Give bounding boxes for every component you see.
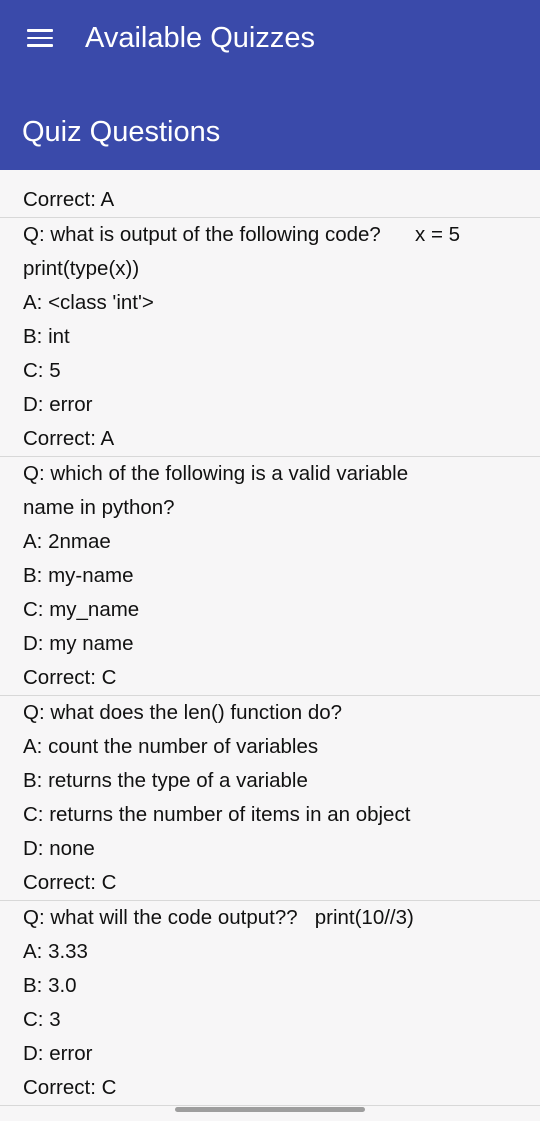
option-d: D: error (23, 1042, 93, 1065)
correct-answer-label: Correct: A (0, 422, 540, 457)
home-indicator[interactable] (175, 1107, 365, 1112)
question-text-continued: print(type(x)) (23, 257, 140, 280)
quiz-list: Correct: A Q: what is output of the foll… (0, 183, 540, 1106)
question-text: Q: what does the len() function do? (23, 701, 343, 724)
hamburger-menu-icon[interactable] (27, 28, 53, 48)
app-bar: Available Quizzes Quiz Questions (0, 0, 540, 170)
option-a: A: 2nmae (23, 530, 111, 553)
correct-answer-label: Correct: A (0, 183, 540, 218)
option-c: C: my_name (23, 598, 140, 621)
question-text: Q: which of the following is a valid var… (23, 462, 409, 485)
option-c: C: 3 (23, 1008, 61, 1031)
option-d: D: none (23, 837, 95, 860)
app-title: Available Quizzes (85, 22, 315, 54)
option-c: C: returns the number of items in an obj… (23, 803, 411, 826)
option-b: B: 3.0 (23, 974, 77, 997)
option-c: C: 5 (23, 359, 61, 382)
option-d: D: error (23, 393, 93, 416)
option-b: B: returns the type of a variable (23, 769, 308, 792)
question-text: Q: what is output of the following code?… (23, 223, 461, 246)
correct-answer-label: Correct: C (0, 1071, 540, 1106)
section-title: Quiz Questions (22, 116, 221, 148)
question-text-continued: name in python? (23, 496, 175, 519)
option-b: B: my-name (23, 564, 134, 587)
option-a: A: 3.33 (23, 940, 88, 963)
option-a: A: count the number of variables (23, 735, 319, 758)
correct-answer-label: Correct: C (0, 866, 540, 901)
correct-answer-label: Correct: C (0, 661, 540, 696)
option-a: A: <class 'int'> (23, 291, 154, 314)
question-text: Q: what will the code output?? print(10/… (23, 906, 414, 929)
option-b: B: int (23, 325, 70, 348)
option-d: D: my name (23, 632, 134, 655)
